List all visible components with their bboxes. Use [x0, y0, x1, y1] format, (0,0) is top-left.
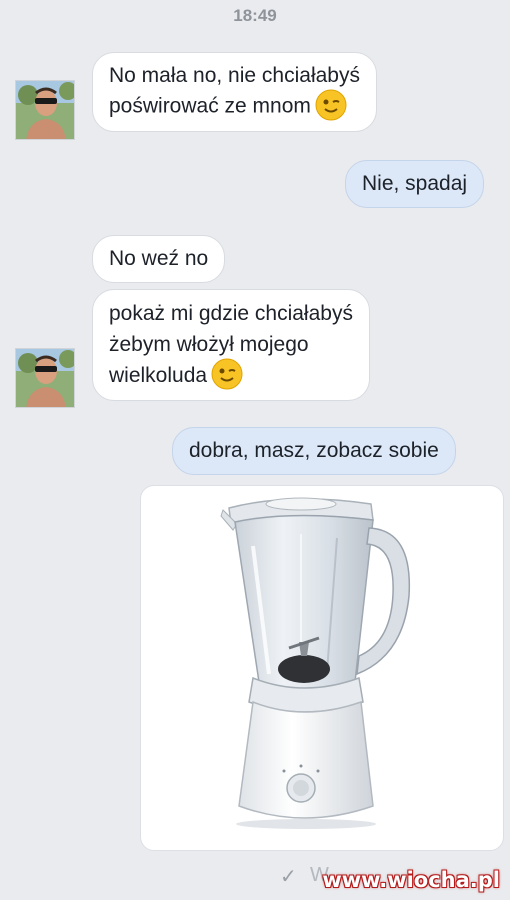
avatar[interactable] — [15, 348, 75, 408]
message-line: Nie, spadaj — [362, 172, 468, 195]
blender-image-icon — [220, 497, 411, 829]
message-line: poświrować ze mnom — [109, 89, 360, 123]
watermark: www.wiocha.pl — [322, 868, 500, 892]
message-line: żebym włożył mojego — [109, 333, 309, 356]
message-bubble-outgoing[interactable]: Nie, spadaj — [345, 160, 485, 208]
wink-emoji-icon — [211, 358, 243, 390]
message-bubble-incoming[interactable]: pokaż mi gdzie chciałabyś żebym włożył m… — [92, 289, 370, 402]
message-line: No mała no, nie chciałabyś — [109, 64, 360, 87]
avatar[interactable] — [15, 80, 75, 140]
chat-thread: 18:49 No mała no, nie chciałabyś poświro… — [0, 0, 510, 900]
message-bubble-incoming[interactable]: No weź no — [92, 235, 226, 283]
checkmark-icon: ✓ — [280, 866, 297, 888]
message-bubble-incoming[interactable]: No mała no, nie chciałabyś poświrować ze… — [92, 52, 377, 132]
timestamp: 18:49 — [233, 6, 277, 25]
message-line: dobra, masz, zobacz sobie — [189, 439, 439, 462]
avatar-photo — [16, 349, 74, 407]
image-attachment[interactable] — [140, 485, 504, 851]
avatar-photo — [16, 81, 74, 139]
message-line: pokaż mi gdzie chciałabyś — [109, 302, 353, 325]
message-bubble-outgoing[interactable]: dobra, masz, zobacz sobie — [172, 427, 456, 475]
message-line: wielkoluda — [109, 358, 353, 392]
message-line: No weź no — [109, 247, 209, 270]
wink-emoji-icon — [315, 89, 347, 121]
